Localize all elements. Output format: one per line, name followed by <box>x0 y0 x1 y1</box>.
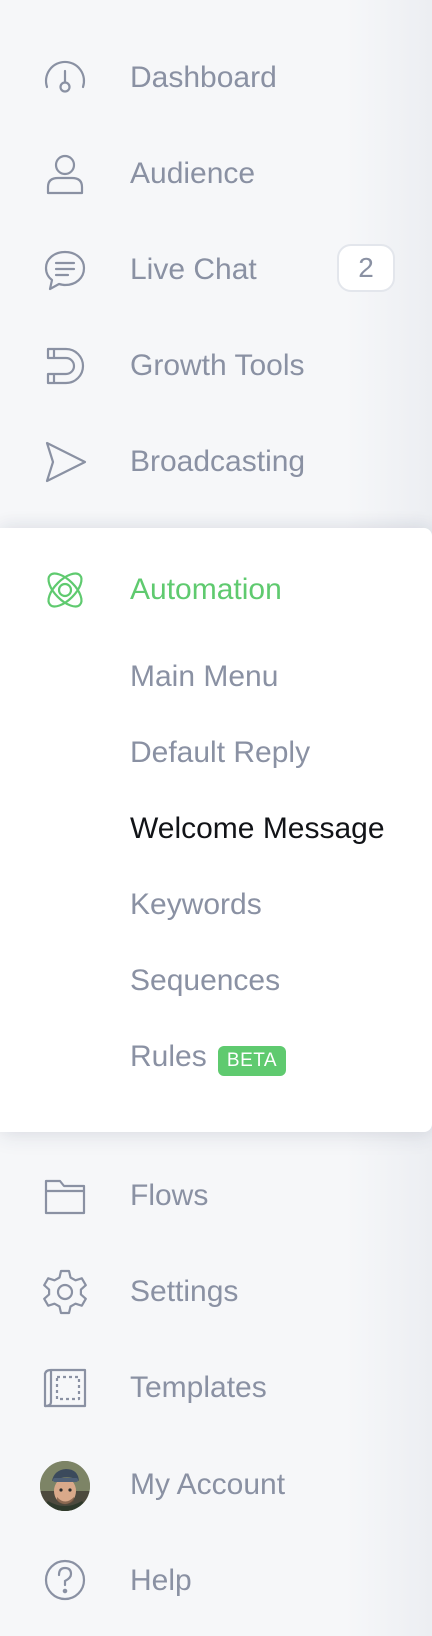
nav-item-help[interactable]: Help <box>0 1534 432 1630</box>
nav-item-automation[interactable]: Automation <box>0 542 432 638</box>
nav-label-audience: Audience <box>130 157 256 190</box>
nav-label-flows: Flows <box>130 1179 209 1212</box>
help-icon <box>40 1555 90 1605</box>
folder-icon <box>40 1171 90 1221</box>
nav-label-broadcasting: Broadcasting <box>130 445 306 478</box>
live-chat-count-badge: 2 <box>337 244 395 292</box>
submenu-item-rules[interactable]: Rules <box>130 1037 207 1077</box>
submenu-item-sequences[interactable]: Sequences <box>130 961 280 1001</box>
nav-item-growth-tools[interactable]: Growth Tools <box>0 318 432 414</box>
beta-badge: BETA <box>218 1046 286 1076</box>
blueprint-icon <box>40 1363 90 1413</box>
nav-item-audience[interactable]: Audience <box>0 126 432 222</box>
nav-label-help: Help <box>130 1564 192 1597</box>
avatar[interactable] <box>40 1461 90 1511</box>
magnet-icon <box>40 341 90 391</box>
nav-label-growth-tools: Growth Tools <box>130 349 305 382</box>
gear-icon <box>40 1267 90 1317</box>
nav-label-live-chat: Live Chat <box>130 253 257 286</box>
send-icon <box>40 437 90 487</box>
nav-item-flows[interactable]: Flows <box>0 1148 432 1244</box>
nav-label-templates: Templates <box>130 1371 267 1404</box>
submenu-item-keywords[interactable]: Keywords <box>130 885 262 925</box>
nav-label-my-account: My Account <box>130 1468 286 1501</box>
nav-item-settings[interactable]: Settings <box>0 1244 432 1340</box>
gauge-icon <box>40 53 90 103</box>
nav-label-dashboard: Dashboard <box>130 61 277 94</box>
user-icon <box>40 149 90 199</box>
nav-item-dashboard[interactable]: Dashboard <box>0 30 432 126</box>
submenu-item-main-menu[interactable]: Main Menu <box>130 657 278 697</box>
nav-item-broadcasting[interactable]: Broadcasting <box>0 414 432 510</box>
submenu-item-default-reply[interactable]: Default Reply <box>130 733 310 773</box>
chat-bubble-icon <box>40 245 90 295</box>
nav-label-automation: Automation <box>130 573 282 606</box>
submenu-item-welcome-message[interactable]: Welcome Message <box>130 809 385 849</box>
sidebar: Dashboard Audience Live Chat 2 Growth To… <box>0 0 432 1636</box>
atom-icon <box>40 565 90 615</box>
nav-label-settings: Settings <box>130 1275 239 1308</box>
nav-item-templates[interactable]: Templates <box>0 1340 432 1436</box>
